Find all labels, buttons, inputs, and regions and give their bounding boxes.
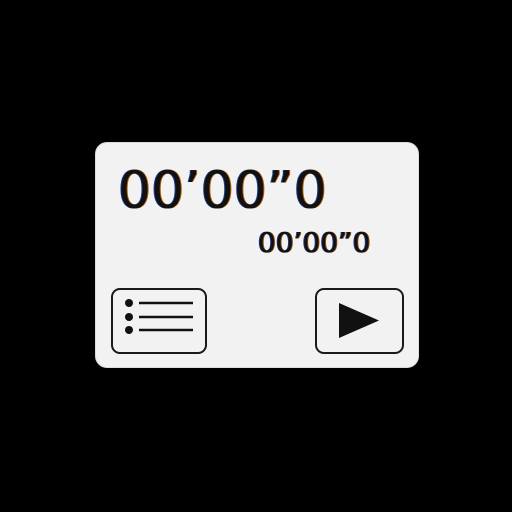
start-button[interactable] [315, 288, 404, 354]
elapsed-time-display: 00’00”0 [118, 161, 327, 221]
screen: 00’00”0 00’00”0 [0, 0, 512, 512]
laps-list-button[interactable] [111, 288, 207, 354]
list-icon [125, 299, 193, 334]
play-icon [339, 303, 379, 338]
stopwatch-widget: 00’00”0 00’00”0 [95, 142, 419, 368]
lap-time-display: 00’00”0 [258, 226, 371, 259]
